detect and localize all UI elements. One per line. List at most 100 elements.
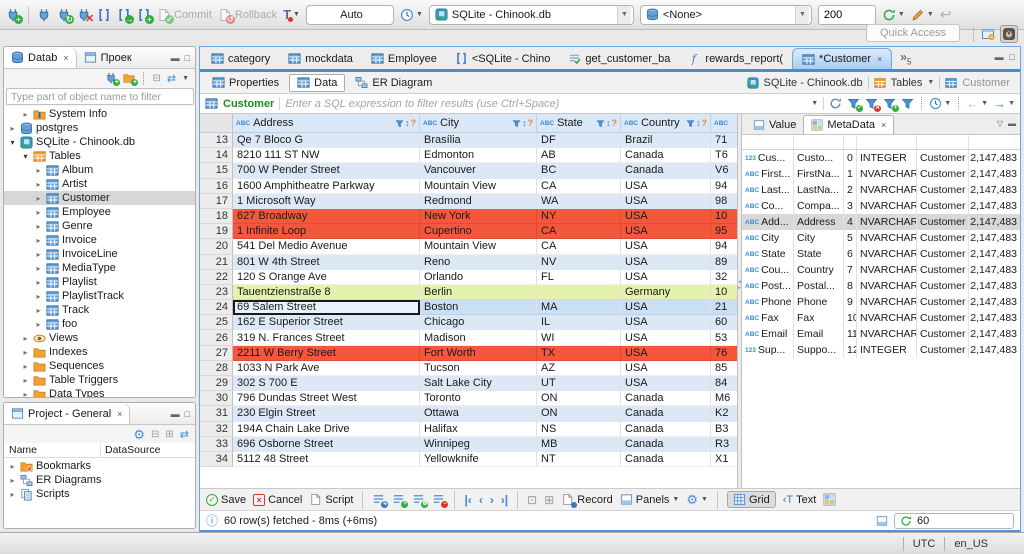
expand-arrow-icon[interactable]: ▸	[8, 124, 17, 133]
metadata-row[interactable]: ABC Post... Postal... 8 NVARCHAR Customer…	[742, 278, 1020, 294]
cell-address[interactable]: 319 N. Frances Street	[233, 330, 420, 346]
minimize-icon[interactable]: ▬	[171, 53, 180, 63]
cell-city[interactable]: Reno	[420, 254, 537, 270]
tree-item[interactable]: ▸ postgres	[4, 121, 195, 135]
tree-item[interactable]: ▸ Indexes	[4, 345, 195, 359]
sort-icon[interactable]: ↕	[696, 118, 701, 128]
metadata-row[interactable]: ABC Phone Phone 9 NVARCHAR Customer 2,147…	[742, 294, 1020, 310]
close-icon[interactable]: ×	[881, 120, 886, 130]
sql-filter-input[interactable]	[285, 97, 807, 110]
tree-item[interactable]: ▸ Data Types	[4, 387, 195, 397]
edit-row-icon[interactable]: ↳	[372, 493, 389, 508]
row-number[interactable]: 34	[200, 451, 233, 468]
row-number[interactable]: 27	[200, 345, 233, 361]
row-number[interactable]: 20	[200, 239, 233, 255]
cell-postal[interactable]: M6	[711, 391, 737, 407]
first-row-button[interactable]: |‹	[464, 493, 471, 507]
cell-country[interactable]: USA	[621, 300, 711, 316]
row-number[interactable]: 18	[200, 208, 233, 225]
cell-country[interactable]: USA	[621, 254, 711, 270]
row-number[interactable]: 21	[200, 254, 233, 270]
cell-city[interactable]: Mountain View	[420, 178, 537, 194]
cell-city[interactable]: Toronto	[420, 391, 537, 407]
gear-icon[interactable]: ⚙	[133, 428, 145, 441]
row-number[interactable]: 19	[200, 224, 233, 240]
maximize-icon[interactable]: □	[1010, 52, 1015, 62]
metadata-row[interactable]: ABC State State 6 NVARCHAR Customer 2,147…	[742, 246, 1020, 262]
row-number[interactable]: 15	[200, 163, 233, 179]
editor-subtab[interactable]: Properties	[204, 74, 287, 92]
cell-city[interactable]: Boston	[420, 300, 537, 316]
cell-address[interactable]: 541 Del Medio Avenue	[233, 239, 420, 255]
panels-button[interactable]: Panels ▼	[620, 493, 679, 506]
next-row-button[interactable]: ›	[490, 493, 494, 507]
metadata-row[interactable]: ABC Last... LastNa... 2 NVARCHAR Customer…	[742, 182, 1020, 198]
cell-city[interactable]: Tucson	[420, 360, 537, 376]
txn-mode-combo[interactable]: Auto	[305, 4, 394, 25]
cell-address[interactable]: 230 Elgin Street	[233, 406, 420, 422]
project-item[interactable]: ▸ ER Diagrams	[4, 473, 195, 487]
cell-country[interactable]: USA	[621, 178, 711, 194]
duplicate-row-icon[interactable]: ⊕	[412, 493, 429, 508]
editor-tab[interactable]: category	[202, 48, 279, 69]
cell-state[interactable]: UT	[537, 376, 621, 392]
cell-postal[interactable]: 94	[711, 239, 737, 255]
column-header[interactable]: ABC Address ↕?	[233, 114, 420, 132]
cell-city[interactable]: Yellowknife	[420, 451, 537, 468]
calc-panel-icon[interactable]	[823, 493, 836, 506]
row-number[interactable]: 14	[200, 148, 233, 164]
fetch-next-button[interactable]: → ▼	[993, 96, 1015, 111]
tree-item[interactable]: ▸ Employee	[4, 205, 195, 219]
cell-state[interactable]: WI	[537, 330, 621, 346]
close-icon[interactable]: ×	[877, 54, 882, 64]
minimize-icon[interactable]: ▬	[995, 52, 1004, 62]
cell-city[interactable]: Edmonton	[420, 148, 537, 164]
cell-postal[interactable]: V6	[711, 163, 737, 179]
save-filter-icon[interactable]: +	[883, 97, 900, 112]
tree-item[interactable]: ▸ Album	[4, 163, 195, 177]
undo-icon[interactable]: ↩	[940, 6, 952, 23]
cell-country[interactable]: USA	[621, 208, 711, 225]
object-filter-input[interactable]	[6, 88, 194, 105]
column-filter-sort[interactable]: ↕?	[686, 118, 707, 128]
prev-row-button[interactable]: ‹	[479, 493, 483, 507]
cell-state[interactable]: NV	[537, 254, 621, 270]
funnel-icon[interactable]	[512, 119, 521, 128]
expand-arrow-icon[interactable]: ▸	[21, 390, 30, 398]
open-perspective-icon[interactable]	[981, 27, 995, 41]
cell-city[interactable]: Fort Worth	[420, 345, 537, 361]
cell-postal[interactable]: R3	[711, 436, 737, 452]
cell-city[interactable]: Madison	[420, 330, 537, 346]
cell-state[interactable]: TX	[537, 345, 621, 361]
pencil-icon[interactable]: ▼	[911, 8, 934, 22]
cell-city[interactable]: Brasília	[420, 133, 537, 149]
cell-city[interactable]: Salt Lake City	[420, 376, 537, 392]
cell-postal[interactable]: 85	[711, 361, 737, 376]
auto-refresh-control[interactable]: 60	[894, 512, 1014, 529]
cell-state[interactable]: DF	[537, 133, 621, 149]
cell-city[interactable]: Redmond	[420, 193, 537, 209]
row-number[interactable]: 24	[200, 300, 233, 316]
expand-arrow-icon[interactable]: ▾	[8, 138, 17, 147]
project-item[interactable]: ▸ Scripts	[4, 487, 195, 501]
minimize-icon[interactable]: ▬	[1008, 119, 1016, 128]
expand-arrow-icon[interactable]: ▾	[21, 152, 30, 161]
view-menu-icon[interactable]: ▽	[997, 119, 1003, 128]
cell-country[interactable]: Canada	[621, 391, 711, 407]
cell-postal[interactable]: 60	[711, 315, 737, 331]
cell-address[interactable]: Tauentzienstraße 8	[233, 284, 420, 301]
tree-item[interactable]: ▸ Views	[4, 331, 195, 345]
reconnect-button[interactable]: ↻	[57, 8, 74, 24]
cell-state[interactable]: NY	[537, 208, 621, 225]
meta-column-header[interactable]	[969, 135, 1020, 149]
cell-postal[interactable]: 10	[711, 284, 737, 301]
cell-address[interactable]: 8210 111 ST NW	[233, 148, 420, 164]
expand-arrow-icon[interactable]: ▸	[34, 236, 43, 245]
cell-address[interactable]: 5112 48 Street	[233, 451, 420, 468]
row-number[interactable]: 31	[200, 406, 233, 422]
column-filter-sort[interactable]: ↕?	[512, 118, 533, 128]
cell-address[interactable]: 1 Microsoft Way	[233, 193, 420, 209]
remove-filter-icon[interactable]: ✕	[865, 97, 882, 112]
column-datasource[interactable]: DataSource	[101, 444, 195, 456]
cell-address[interactable]: 1 Infinite Loop	[233, 224, 420, 240]
